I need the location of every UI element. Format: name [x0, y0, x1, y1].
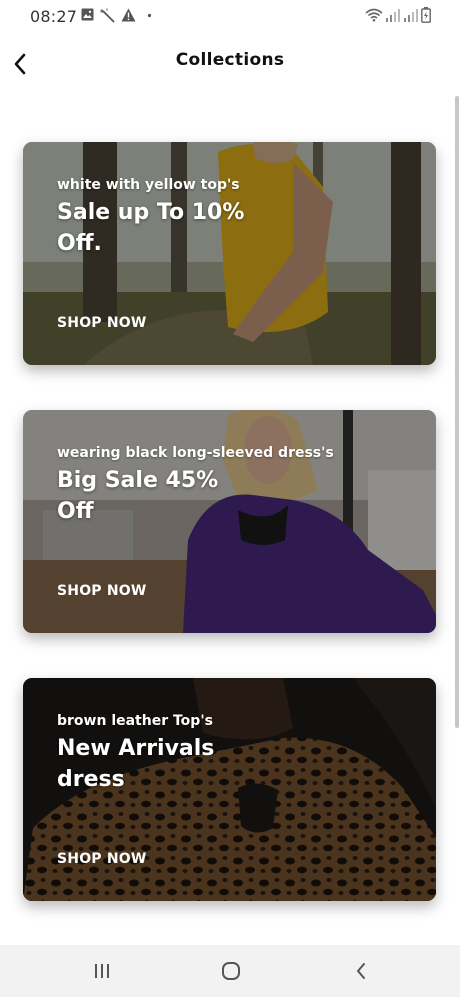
page-title: Collections	[175, 50, 285, 70]
shop-now-button[interactable]: SHOP NOW	[57, 583, 147, 599]
system-nav-bar	[0, 945, 460, 997]
card-headline: Big Sale 45% Off	[57, 468, 219, 524]
card-subtitle: white with yellow top's	[57, 177, 240, 193]
wifi-icon	[365, 8, 383, 22]
shop-now-button[interactable]: SHOP NOW	[57, 315, 147, 331]
collection-card[interactable]: wearing black long-sleeved dress's Big S…	[23, 410, 436, 633]
status-bar: 08:27	[0, 0, 460, 34]
recent-apps-icon	[95, 964, 109, 978]
collection-card[interactable]: white with yellow top's Sale up To 10% O…	[23, 142, 436, 365]
signal-icon	[386, 9, 400, 22]
battery-icon	[421, 7, 431, 23]
home-button[interactable]	[216, 959, 246, 983]
shop-now-button[interactable]: SHOP NOW	[57, 851, 147, 867]
nav-back-button[interactable]	[346, 959, 376, 983]
card-headline: New Arrivals dress	[57, 736, 215, 792]
signal-icon	[404, 9, 418, 22]
status-time: 08:27	[30, 7, 78, 26]
collection-card[interactable]: brown leather Top's New Arrivals dress S…	[23, 678, 436, 901]
recent-apps-button[interactable]	[87, 959, 117, 983]
magic-wand-icon	[100, 8, 115, 23]
back-icon	[357, 963, 365, 979]
card-subtitle: brown leather Top's	[57, 713, 213, 729]
card-headline: Sale up To 10% Off.	[57, 200, 245, 256]
warning-icon	[121, 8, 136, 22]
dot-icon	[147, 13, 152, 18]
scrollbar[interactable]	[455, 96, 459, 728]
card-subtitle: wearing black long-sleeved dress's	[57, 445, 334, 461]
home-icon	[222, 962, 240, 980]
app-header: Collections	[0, 34, 460, 94]
image-icon	[81, 8, 94, 21]
